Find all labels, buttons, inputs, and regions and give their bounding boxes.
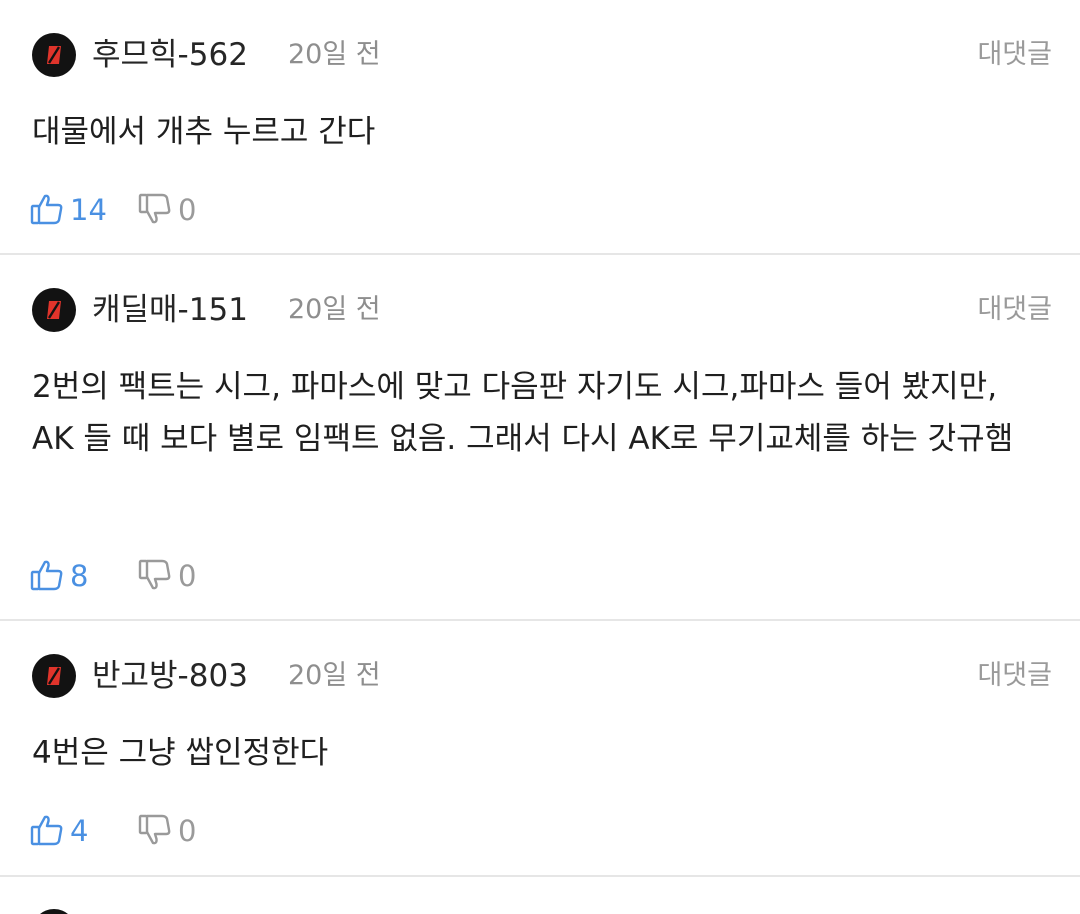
comment-author[interactable]: 후므힉-562	[92, 33, 248, 77]
comment-author[interactable]: 반고방-803	[92, 654, 248, 698]
reply-button[interactable]: 대댓글	[977, 33, 1052, 77]
thumbs-down-icon	[138, 559, 171, 590]
thumbs-up-icon	[30, 815, 63, 846]
comment-header: 후므힉-562 20일 전 대댓글	[32, 33, 1052, 77]
comment-list: 후므힉-562 20일 전 대댓글 대물에서 개추 누르고 간다 14 0 캐딜…	[0, 0, 1080, 914]
comment-body: 4번은 그냥 쌉인정한다	[32, 735, 329, 771]
thumbs-down-icon	[138, 193, 171, 224]
like-count: 4	[70, 814, 89, 848]
comment-author[interactable]: 캐딜매-151	[92, 288, 248, 332]
comment-time: 20일 전	[288, 39, 381, 70]
comment-time: 20일 전	[288, 660, 381, 691]
avatar[interactable]	[32, 909, 76, 914]
avatar-logo-icon	[47, 667, 61, 685]
comment-item: 반고방-803 20일 전 대댓글 4번은 그냥 쌉인정한다 4 0	[0, 621, 1080, 877]
comment-body: 2번의 팩트는 시그, 파마스에 맞고 다음판 자기도 시그,파마스 들어 봤지…	[32, 369, 1014, 457]
avatar-logo-icon	[47, 301, 61, 319]
reply-button[interactable]: 대댓글	[977, 288, 1052, 332]
dislike-count: 0	[178, 814, 197, 848]
comment-item: 캐딜매-151 20일 전 대댓글 2번의 팩트는 시그, 파마스에 맞고 다음…	[0, 255, 1080, 621]
avatar[interactable]	[32, 288, 76, 332]
comment-item	[0, 877, 1080, 914]
like-count: 14	[70, 193, 107, 227]
dislike-count: 0	[178, 193, 197, 227]
avatar[interactable]	[32, 33, 76, 77]
like-count: 8	[70, 559, 89, 593]
thumbs-up-icon	[30, 560, 63, 591]
comment-header: 반고방-803 20일 전 대댓글	[32, 654, 1052, 698]
comment-item: 후므힉-562 20일 전 대댓글 대물에서 개추 누르고 간다 14 0	[0, 0, 1080, 255]
avatar-logo-icon	[47, 46, 61, 64]
thumbs-down-icon	[138, 814, 171, 845]
reply-button[interactable]: 대댓글	[977, 654, 1052, 698]
comment-body: 대물에서 개추 누르고 간다	[32, 114, 376, 150]
avatar[interactable]	[32, 654, 76, 698]
comment-time: 20일 전	[288, 294, 381, 325]
thumbs-up-icon	[30, 194, 63, 225]
comment-header: 캐딜매-151 20일 전 대댓글	[32, 288, 1052, 332]
dislike-count: 0	[178, 559, 197, 593]
